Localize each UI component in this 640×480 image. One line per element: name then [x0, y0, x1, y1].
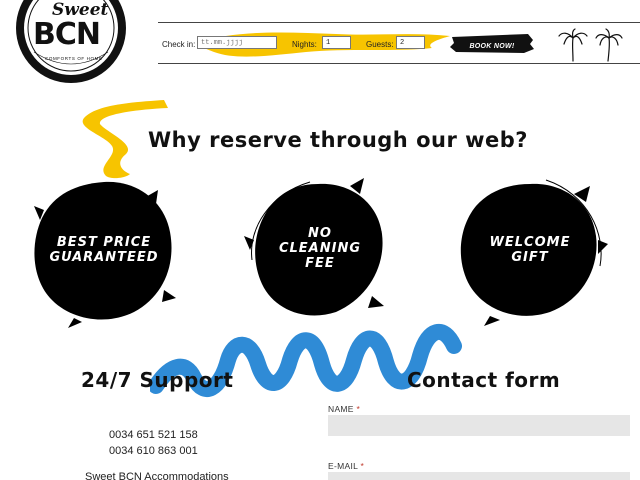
- support-title: 24/7 Support: [81, 368, 234, 392]
- feature-welcome-gift: WELCOME GIFT: [450, 170, 610, 330]
- book-now-label: BOOK NOW!: [469, 42, 515, 50]
- why-reserve-title: Why reserve through our web?: [148, 128, 528, 152]
- contact-form-title: Contact form: [407, 368, 561, 392]
- book-now-button[interactable]: BOOK NOW!: [450, 32, 534, 54]
- sweet-bcn-logo[interactable]: Sweet BCN COMFORTS OF HOME: [12, 0, 130, 86]
- nights-input[interactable]: [322, 36, 351, 49]
- email-field-label: E-MAIL *: [328, 461, 364, 471]
- guests-input[interactable]: [396, 36, 425, 49]
- feature-label: WELCOME GIFT: [489, 235, 571, 265]
- company-name: Sweet BCN Accommodations: [85, 471, 229, 480]
- name-input[interactable]: [328, 415, 630, 436]
- palm-tree-icon-2: [595, 28, 623, 62]
- feature-label: BEST PRICE GUARANTEED: [49, 235, 159, 265]
- required-mark: *: [356, 404, 361, 414]
- palm-tree-icon: [558, 28, 588, 62]
- name-label-text: NAME: [328, 404, 354, 414]
- feature-label: NO CLEANING FEE: [278, 225, 362, 271]
- checkin-date-input[interactable]: [197, 36, 277, 49]
- logo-main: BCN: [33, 17, 101, 52]
- email-input[interactable]: [328, 472, 630, 480]
- feature-no-cleaning-fee: NO CLEANING FEE: [240, 168, 400, 328]
- required-mark: *: [360, 461, 365, 471]
- name-field-label: NAME *: [328, 404, 360, 414]
- feature-best-price: BEST PRICE GUARANTEED: [24, 170, 184, 330]
- guests-label: Guests:: [366, 40, 394, 49]
- checkin-label: Check in:: [162, 40, 196, 49]
- nights-label: Nights:: [292, 40, 317, 49]
- logo-tagline: COMFORTS OF HOME: [45, 56, 103, 61]
- email-label-text: E-MAIL: [328, 461, 358, 471]
- support-phone-1[interactable]: 0034 651 521 158: [109, 429, 198, 441]
- support-phone-2[interactable]: 0034 610 863 001: [109, 445, 198, 457]
